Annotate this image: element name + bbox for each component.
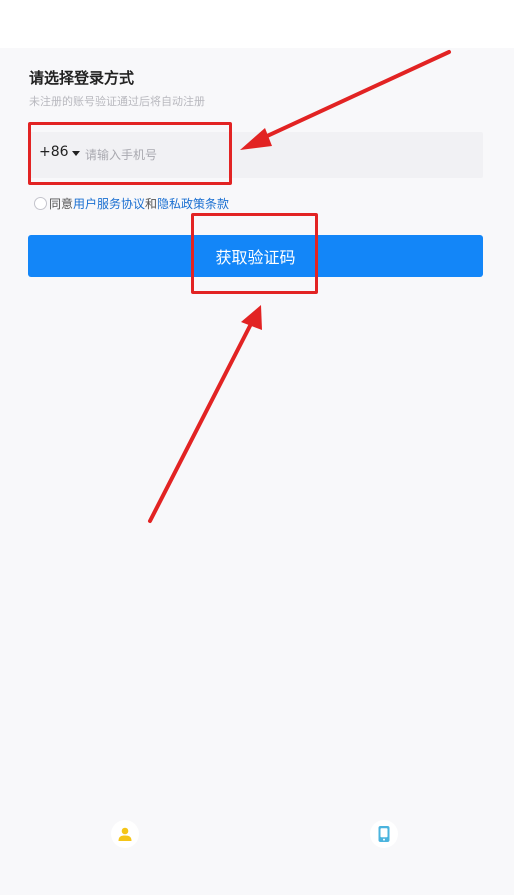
page-title: 请选择登录方式 — [29, 69, 135, 87]
agreement-conjunction: 和 — [145, 197, 158, 211]
account-login-button[interactable] — [111, 820, 139, 848]
agreement-prefix: 同意 — [49, 197, 74, 211]
terms-of-service-link[interactable]: 用户服务协议 — [73, 195, 145, 212]
agreement-row: 同意 用户服务协议 和 隐私政策条款 — [34, 195, 229, 212]
annotation-arrow-to-button — [148, 305, 262, 523]
annotation-box-phone — [28, 122, 232, 185]
annotation-box-button — [191, 213, 318, 294]
privacy-policy-link[interactable]: 隐私政策条款 — [157, 195, 229, 212]
agreement-checkbox[interactable] — [34, 197, 47, 210]
device-login-button[interactable] — [370, 820, 398, 848]
phone-icon — [378, 826, 390, 842]
top-bar — [0, 0, 514, 48]
person-icon — [118, 827, 132, 841]
page-subtitle: 未注册的账号验证通过后将自动注册 — [29, 95, 205, 108]
